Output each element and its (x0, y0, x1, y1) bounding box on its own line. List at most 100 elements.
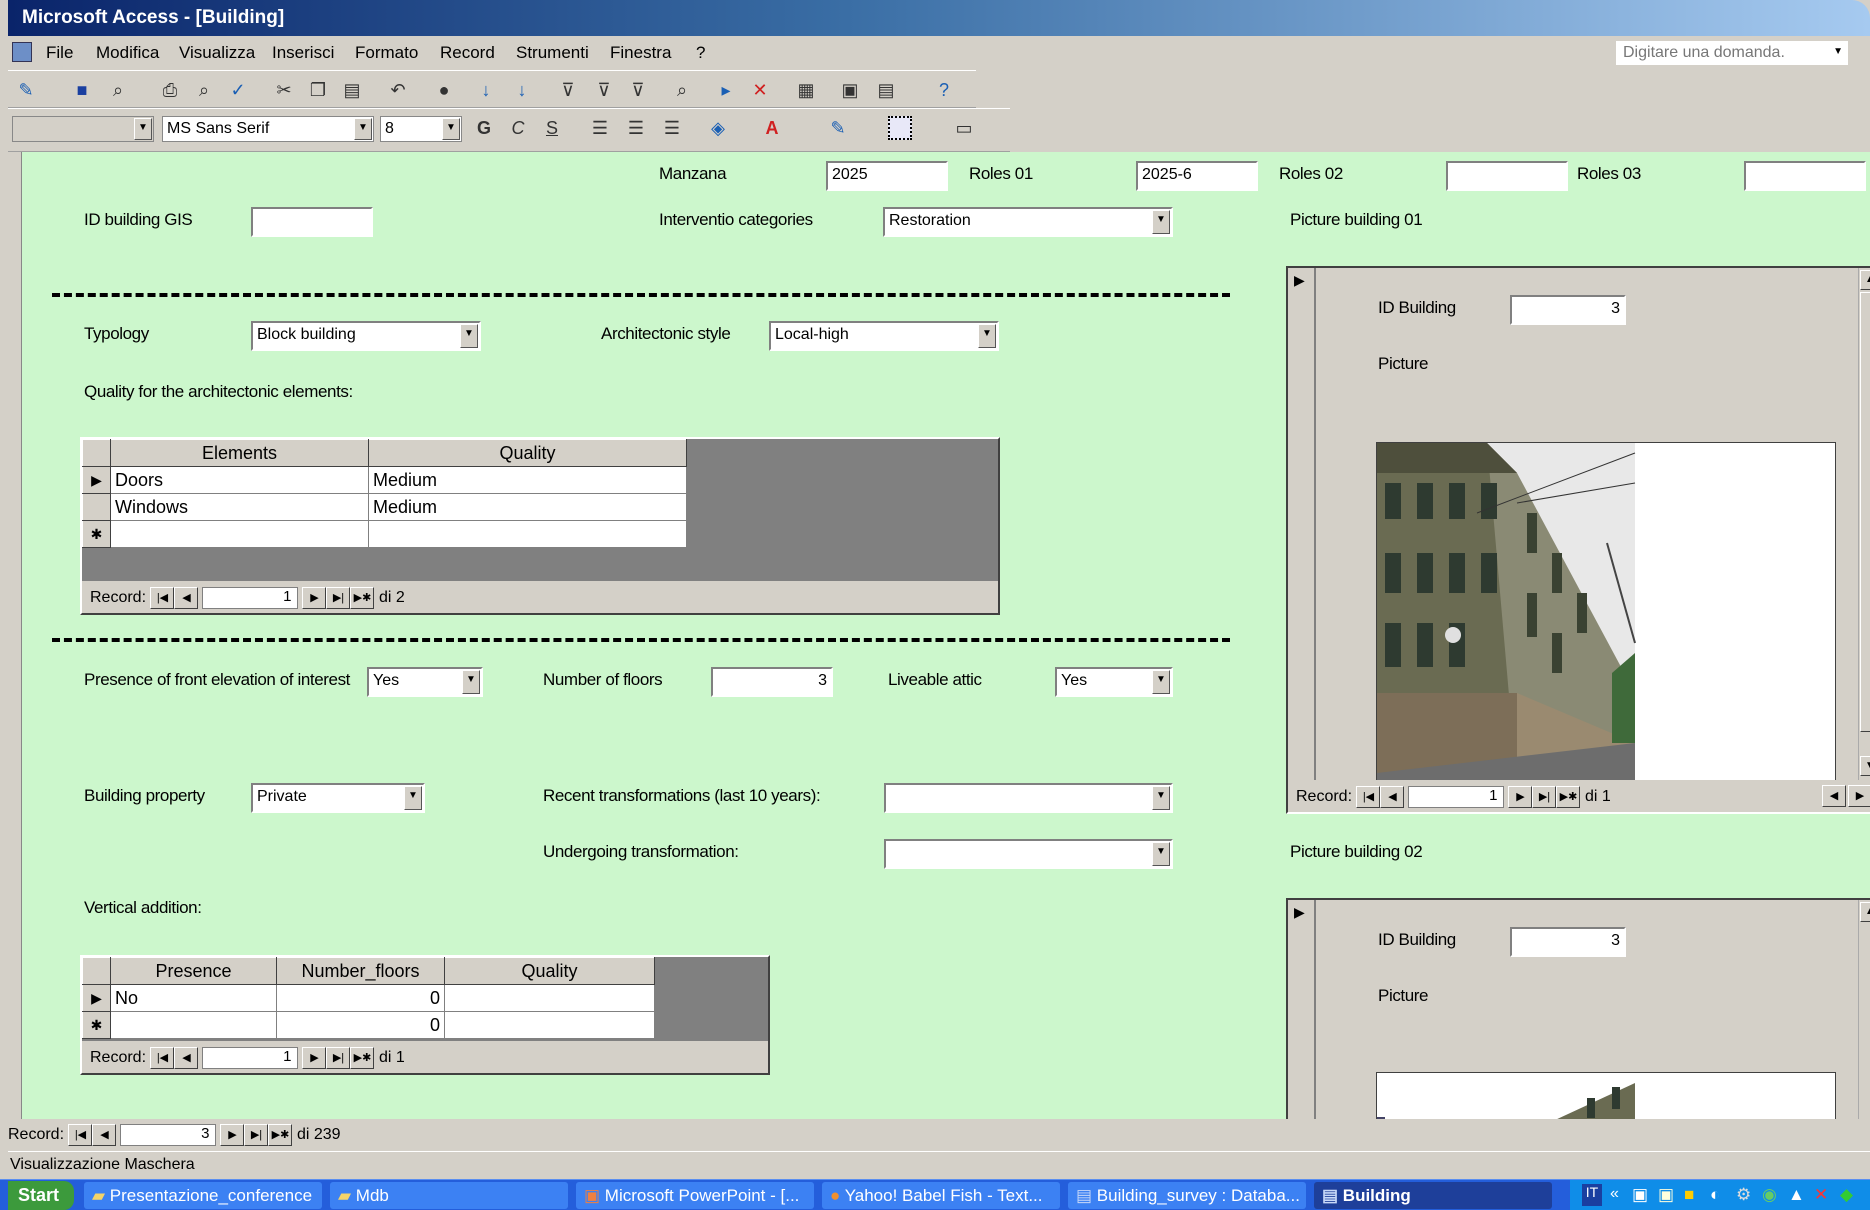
filter-form-icon[interactable]: ⊽ (592, 78, 616, 102)
taskbar-item-building[interactable]: ▤ Building (1314, 1182, 1552, 1209)
fill-color-icon[interactable]: ◈ (706, 116, 730, 140)
record-number-input[interactable]: 1 (202, 587, 299, 609)
record-number-input[interactable]: 1 (202, 1047, 299, 1069)
copy-icon[interactable]: ❐ (306, 78, 330, 102)
id-building-gis-field[interactable] (251, 207, 373, 237)
next-record-icon[interactable]: ▶ (220, 1124, 245, 1146)
prev-record-icon[interactable]: ◀ (92, 1124, 117, 1146)
typology-combo[interactable]: Block building ▼ (251, 321, 481, 351)
chevron-down-icon[interactable]: ▼ (1152, 210, 1170, 234)
search-file-icon[interactable]: ⌕ (106, 78, 130, 102)
properties-icon[interactable]: ▦ (794, 78, 818, 102)
scroll-down-icon[interactable]: ▼ (1860, 756, 1870, 776)
cell-element[interactable]: Windows (110, 493, 369, 521)
cut-icon[interactable]: ✂ (272, 78, 296, 102)
recent-transformations-combo[interactable]: ▼ (884, 783, 1173, 813)
font-combo[interactable]: MS Sans Serif ▼ (162, 116, 374, 142)
undergoing-transformation-combo[interactable]: ▼ (884, 839, 1173, 869)
undo-icon[interactable]: ↶ (386, 78, 410, 102)
chevron-down-icon[interactable]: ▼ (1833, 46, 1843, 57)
new-record-icon[interactable]: ▸ (714, 78, 738, 102)
object-combo[interactable]: ▼ (12, 116, 154, 142)
cell-quality[interactable] (444, 984, 655, 1012)
delete-record-icon[interactable]: ✕ (748, 78, 772, 102)
chevron-down-icon[interactable]: ▼ (134, 118, 152, 140)
chevron-down-icon[interactable]: ▼ (442, 118, 460, 140)
menu-formato[interactable]: Formato (355, 43, 418, 63)
network-icon[interactable]: ▣ (1632, 1185, 1648, 1205)
chevron-down-icon[interactable]: ▼ (978, 324, 996, 348)
volume-icon[interactable]: ◐ (1710, 1185, 1720, 1205)
underline-icon[interactable]: S (540, 116, 564, 140)
new-object-icon[interactable]: ▤ (874, 78, 898, 102)
start-button[interactable]: Start (8, 1181, 74, 1210)
intervention-categories-combo[interactable]: Restoration ▼ (883, 207, 1173, 237)
building-property-combo[interactable]: Private ▼ (251, 783, 425, 813)
roles03-field[interactable] (1744, 161, 1866, 191)
cell-quality[interactable] (444, 1011, 655, 1039)
font-color-icon[interactable]: A (760, 116, 784, 140)
chevron-down-icon[interactable]: ▼ (1152, 786, 1170, 810)
liveable-attic-combo[interactable]: Yes ▼ (1055, 667, 1173, 697)
menu-inserisci[interactable]: Inserisci (272, 43, 334, 63)
align-left-icon[interactable]: ☰ (588, 116, 612, 140)
new-record-icon[interactable]: ▶✱ (1556, 786, 1581, 808)
chevron-down-icon[interactable]: ▼ (1152, 842, 1170, 866)
last-record-icon[interactable]: ▶| (244, 1124, 269, 1146)
new-record-icon[interactable]: ✱ (82, 1011, 111, 1039)
print-icon[interactable]: ⎙ (158, 78, 182, 102)
picture01-vertical-scrollbar[interactable]: ▲ ▼ (1858, 268, 1870, 780)
cell-number-floors[interactable]: 0 (276, 1011, 445, 1039)
cell-presence[interactable]: No (110, 984, 277, 1012)
align-right-icon[interactable]: ☰ (660, 116, 684, 140)
roles02-field[interactable] (1446, 161, 1568, 191)
cell-element[interactable] (110, 520, 369, 548)
column-header-elements[interactable]: Elements (110, 439, 369, 467)
cell-presence[interactable] (110, 1011, 277, 1039)
menu-finestra[interactable]: Finestra (610, 43, 671, 63)
menu-visualizza[interactable]: Visualizza (179, 43, 255, 63)
special-effect-icon[interactable]: ▭ (952, 116, 976, 140)
menu-file[interactable]: File (46, 43, 73, 63)
last-record-icon[interactable]: ▶| (326, 587, 351, 609)
sort-descending-icon[interactable]: ↓ (510, 78, 534, 102)
taskbar-item-mdb[interactable]: ▰ Mdb (330, 1182, 568, 1209)
first-record-icon[interactable]: |◀ (1356, 786, 1381, 808)
shield-icon[interactable]: ◆ (1840, 1185, 1853, 1205)
spell-check-icon[interactable]: ✓ (226, 78, 250, 102)
print-preview-icon[interactable]: ⌕ (192, 78, 216, 102)
save-icon[interactable]: ■ (70, 78, 94, 102)
language-icon[interactable]: IT (1582, 1184, 1602, 1206)
menu-record[interactable]: Record (440, 43, 495, 63)
scroll-up-icon[interactable]: ▲ (1860, 270, 1870, 290)
new-record-icon[interactable]: ▶✱ (268, 1124, 293, 1146)
new-record-icon[interactable]: ✱ (82, 520, 111, 548)
record-number-input[interactable]: 3 (120, 1124, 217, 1146)
cell-quality[interactable]: Medium (368, 493, 687, 521)
last-record-icon[interactable]: ▶| (1532, 786, 1557, 808)
new-record-icon[interactable]: ▶✱ (350, 1047, 375, 1069)
line-width-icon[interactable] (888, 116, 912, 140)
chevron-down-icon[interactable]: ▼ (460, 324, 478, 348)
current-record-icon[interactable]: ▶ (1294, 272, 1305, 289)
filter-selection-icon[interactable]: ⊽ (556, 78, 580, 102)
taskbar-item-presentazione[interactable]: ▰ Presentazione_conference (84, 1182, 322, 1209)
taskbar-item-building-survey[interactable]: ▤ Building_survey : Databa... (1068, 1182, 1306, 1209)
current-record-icon[interactable]: ▶ (1294, 904, 1305, 921)
table-row[interactable]: ▶ No 0 (82, 984, 655, 1012)
manzana-field[interactable]: 2025 (826, 161, 948, 191)
new-record-row[interactable]: ✱ 0 (82, 1011, 655, 1039)
display-icon[interactable]: ▣ (1658, 1185, 1674, 1205)
first-record-icon[interactable]: |◀ (150, 587, 175, 609)
cell-quality[interactable] (368, 520, 687, 548)
number-of-floors-field[interactable]: 3 (711, 667, 833, 697)
cell-number-floors[interactable]: 0 (276, 984, 445, 1012)
roles01-field[interactable]: 2025-6 (1136, 161, 1258, 191)
front-elevation-combo[interactable]: Yes ▼ (367, 667, 483, 697)
find-icon[interactable]: ⌕ (670, 78, 694, 102)
scroll-left-icon[interactable]: ◀ (1822, 785, 1846, 807)
prev-record-icon[interactable]: ◀ (174, 1047, 199, 1069)
tray-expand-icon[interactable]: « (1610, 1185, 1619, 1203)
taskbar-item-powerpoint[interactable]: ▣ Microsoft PowerPoint - [... (576, 1182, 814, 1209)
cell-element[interactable]: Doors (110, 466, 369, 494)
